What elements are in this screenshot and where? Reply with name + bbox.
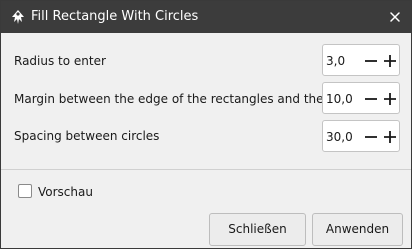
increment-icon[interactable]	[382, 53, 398, 69]
close-icon[interactable]	[387, 9, 403, 25]
spacing-value[interactable]: 30,0	[326, 129, 353, 145]
radius-value[interactable]: 3,0	[326, 53, 345, 69]
title-bar: Fill Rectangle With Circles	[1, 1, 411, 33]
decrement-icon[interactable]	[363, 91, 379, 107]
margin-spinbox[interactable]: 10,0	[322, 82, 400, 114]
dialog-window: Fill Rectangle With Circles Radius to en…	[0, 0, 412, 249]
inkscape-icon	[12, 10, 24, 24]
decrement-icon[interactable]	[363, 129, 379, 145]
spacing-spinbox[interactable]: 30,0	[322, 120, 400, 152]
radius-label: Radius to enter	[14, 54, 106, 68]
increment-icon[interactable]	[382, 91, 398, 107]
apply-button[interactable]: Anwenden	[312, 213, 403, 246]
decrement-icon[interactable]	[363, 53, 379, 69]
preview-label[interactable]: Vorschau	[38, 184, 93, 200]
increment-icon[interactable]	[382, 129, 398, 145]
dialog-content: Radius to enter 3,0 Margin between the e…	[1, 33, 411, 248]
margin-label: Margin between the edge of the rectangle…	[14, 92, 366, 106]
spacing-label: Spacing between circles	[14, 129, 160, 143]
divider	[1, 169, 411, 170]
window-title: Fill Rectangle With Circles	[31, 9, 199, 24]
margin-value[interactable]: 10,0	[326, 91, 353, 107]
radius-spinbox[interactable]: 3,0	[322, 44, 400, 76]
close-button[interactable]: Schließen	[209, 213, 306, 246]
preview-checkbox[interactable]	[18, 184, 32, 198]
